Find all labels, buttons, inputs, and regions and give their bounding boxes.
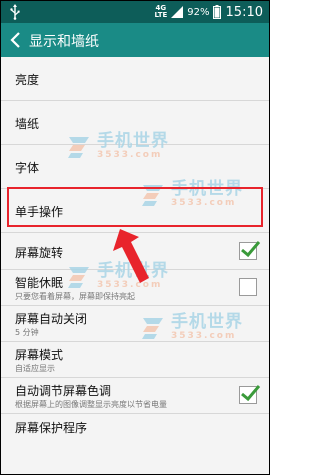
clock: 15:10 (225, 4, 263, 20)
signal-icon (171, 6, 184, 18)
red-arrow-icon (113, 229, 149, 283)
watermark-text: 手机世界 3533.com (97, 133, 169, 160)
setting-label: 屏幕保护程序 (15, 421, 88, 435)
setting-label: 屏幕自动关闭 (15, 312, 88, 326)
setting-label: 自动调节屏幕色调 (15, 384, 112, 398)
status-bar: 4G LTE 92% 15:10 (1, 1, 269, 23)
usb-icon (10, 4, 20, 20)
watermark-logo-icon (68, 136, 89, 158)
auto-adjust-tone-checkbox[interactable] (239, 385, 261, 404)
setting-description: 5 分钟 (15, 328, 39, 337)
rotate-screen-checkbox[interactable] (239, 241, 261, 260)
page-title: 显示和墙纸 (29, 34, 99, 50)
watermark-logo-icon (142, 317, 163, 339)
highlight-box (7, 187, 263, 227)
battery-icon (212, 5, 221, 19)
app-bar: 显示和墙纸 (1, 23, 269, 57)
smart-stay-checkbox[interactable] (239, 278, 257, 296)
checkmark-icon (241, 385, 261, 402)
setting-auto-adjust-tone[interactable]: 自动调节屏幕色调 根据屏幕上的图像调整显示亮度以节省电量 (1, 378, 269, 414)
screenshot-frame: 4G LTE 92% 15:10 显示和墙纸 亮度 墙纸 字体 单手操作 屏幕旋… (0, 0, 270, 475)
setting-screen-saver[interactable]: 屏幕保护程序 (1, 414, 269, 444)
setting-brightness[interactable]: 亮度 (1, 57, 269, 101)
checkmark-icon (241, 241, 261, 258)
setting-description: 只要您看着屏幕，屏幕即保持亮起 (15, 292, 135, 301)
setting-label: 亮度 (15, 73, 40, 87)
watermark-number: 3533.com (171, 331, 237, 341)
watermark-title: 手机世界 (97, 131, 169, 151)
setting-description: 根据屏幕上的图像调整显示亮度以节省电量 (15, 400, 167, 409)
watermark: 手机世界 3533.com (141, 314, 243, 341)
battery-percent: 92% (187, 6, 210, 18)
setting-label: 字体 (15, 161, 40, 175)
watermark-number: 3533.com (97, 150, 163, 160)
network-type: 4G LTE (154, 5, 167, 19)
back-chevron-icon[interactable] (7, 30, 25, 50)
setting-description: 自适应显示 (15, 364, 55, 373)
network-bottom-label: LTE (154, 11, 168, 19)
status-right-group: 4G LTE 92% 15:10 (154, 4, 263, 20)
watermark-text: 手机世界 3533.com (171, 314, 243, 341)
setting-label: 屏幕模式 (15, 348, 64, 362)
watermark-title: 手机世界 (171, 312, 243, 332)
watermark: 手机世界 3533.com (67, 133, 169, 160)
setting-label: 屏幕旋转 (15, 246, 64, 260)
setting-label: 智能休眠 (15, 276, 64, 290)
setting-label: 墙纸 (15, 117, 40, 131)
setting-screen-mode[interactable]: 屏幕模式 自适应显示 (1, 342, 269, 378)
watermark-logo-icon (68, 266, 89, 288)
